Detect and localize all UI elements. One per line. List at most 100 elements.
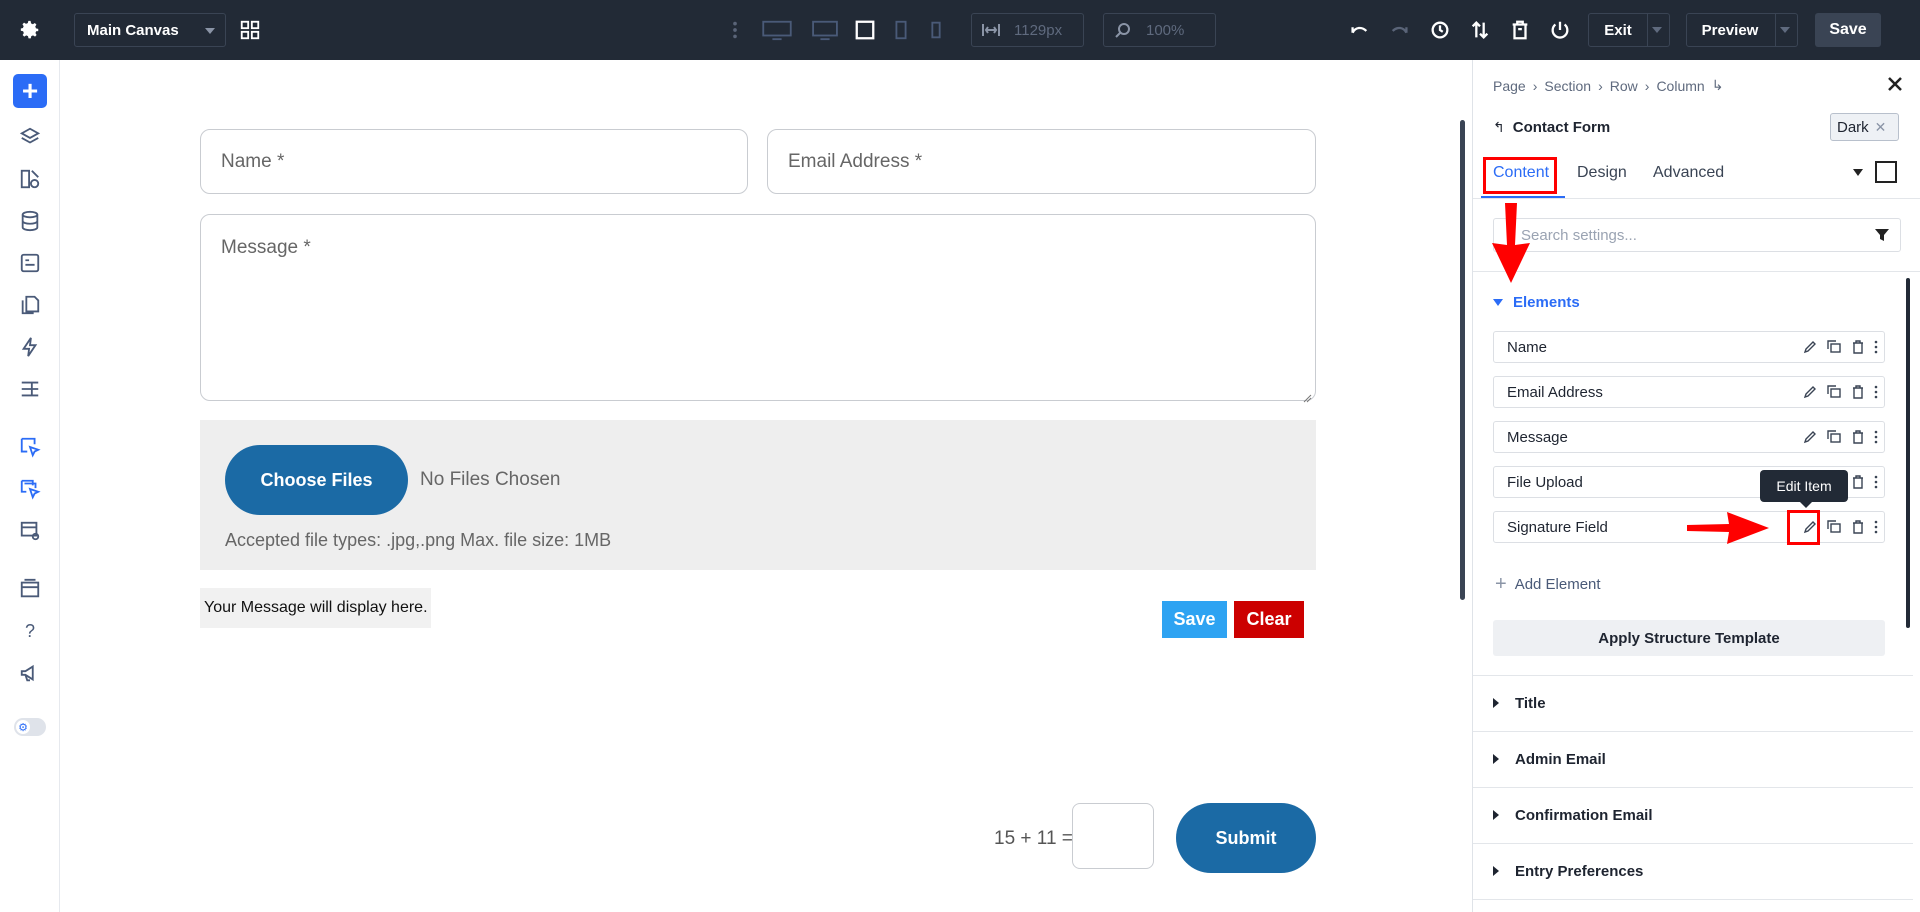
pencil-icon[interactable]	[1802, 339, 1818, 355]
trash-icon[interactable]	[1850, 429, 1866, 445]
element-row-name[interactable]: Name	[1493, 331, 1885, 363]
more-vertical-icon[interactable]	[1874, 384, 1878, 400]
message-field[interactable]: Message *	[200, 214, 1316, 403]
element-label: File Upload	[1507, 473, 1583, 491]
signature-save-button[interactable]: Save	[1162, 601, 1227, 638]
signature-clear-button[interactable]: Clear	[1234, 601, 1304, 638]
multi-select-icon[interactable]	[17, 476, 43, 502]
trash-icon[interactable]	[1507, 17, 1533, 43]
add-module-button[interactable]: +	[13, 74, 47, 108]
tab-advanced[interactable]: Advanced	[1653, 164, 1724, 182]
back-arrow-icon[interactable]: ↰	[1493, 119, 1505, 136]
tab-options-chevron-icon[interactable]	[1853, 169, 1863, 176]
desktop-icon[interactable]	[810, 17, 840, 43]
choose-files-button[interactable]: Choose Files	[225, 445, 408, 515]
pages-icon[interactable]	[17, 292, 43, 318]
trash-icon[interactable]	[1850, 384, 1866, 400]
canvas-select[interactable]: Main Canvas	[74, 13, 226, 47]
megaphone-icon[interactable]	[17, 660, 43, 686]
phone-icon[interactable]	[923, 17, 949, 43]
add-element-button[interactable]: + Add Element	[1495, 574, 1601, 594]
more-vertical-icon[interactable]	[1874, 474, 1878, 490]
return-arrow-icon: ↳	[1711, 77, 1724, 93]
section-entry-preferences-toggle[interactable]: Entry Preferences	[1473, 843, 1913, 899]
database-icon[interactable]	[17, 208, 43, 234]
preset-badge[interactable]: Dark ✕	[1830, 113, 1899, 141]
layers-icon[interactable]	[17, 124, 43, 150]
save-button[interactable]: Save	[1815, 13, 1881, 47]
preview-chevron-icon[interactable]	[1780, 27, 1790, 33]
laptop-icon[interactable]	[852, 17, 878, 43]
layout-view-icon[interactable]	[17, 518, 43, 544]
trash-icon[interactable]	[1850, 339, 1866, 355]
signature-clear-label: Clear	[1246, 609, 1292, 629]
module-title: ↰ Contact Form	[1493, 119, 1610, 136]
remove-preset-icon[interactable]: ✕	[1875, 119, 1887, 136]
form-icon[interactable]	[17, 250, 43, 276]
preview-button[interactable]: Preview	[1686, 13, 1798, 47]
duplicate-icon[interactable]	[1826, 429, 1842, 445]
breadcrumb-column[interactable]: Column	[1656, 78, 1704, 94]
apply-structure-template-button[interactable]: Apply Structure Template	[1493, 620, 1885, 656]
tablet-icon[interactable]	[888, 17, 914, 43]
breadcrumb-row[interactable]: Row	[1610, 78, 1638, 94]
breadcrumb-section[interactable]: Section	[1544, 78, 1591, 94]
element-row-email[interactable]: Email Address	[1493, 376, 1885, 408]
exit-label: Exit	[1604, 21, 1632, 39]
settings-search-input[interactable]: Search settings...	[1493, 218, 1901, 252]
expand-panel-icon[interactable]	[1875, 161, 1897, 183]
history-icon[interactable]	[1427, 17, 1453, 43]
pencil-icon[interactable]	[1802, 429, 1818, 445]
no-files-text: No Files Chosen	[420, 469, 561, 490]
name-field[interactable]: Name *	[200, 129, 748, 194]
wide-desktop-icon[interactable]	[760, 17, 794, 43]
section-title-toggle[interactable]: Title	[1473, 675, 1913, 731]
more-vertical-icon[interactable]	[1874, 429, 1878, 445]
grid-icon[interactable]	[237, 17, 263, 43]
more-vertical-icon[interactable]	[1874, 339, 1878, 355]
width-input[interactable]: 1129px	[971, 13, 1084, 47]
canvas-scrollbar[interactable]	[1460, 120, 1465, 600]
submit-button[interactable]: Submit	[1176, 803, 1316, 873]
gear-icon[interactable]	[17, 17, 43, 43]
redo-icon[interactable]	[1387, 17, 1413, 43]
left-sidebar: + ? ⚙	[0, 60, 60, 912]
theme-toggle[interactable]: ⚙	[14, 718, 46, 736]
email-field[interactable]: Email Address *	[767, 129, 1316, 194]
tab-design[interactable]: Design	[1577, 164, 1627, 182]
trash-icon[interactable]	[1850, 519, 1866, 535]
sort-arrows-icon[interactable]	[1467, 17, 1493, 43]
annotation-box-edit-icon	[1787, 510, 1820, 545]
panel-scrollbar[interactable]	[1906, 278, 1910, 628]
tab-content[interactable]: Content	[1493, 164, 1549, 182]
pencil-icon[interactable]	[1802, 384, 1818, 400]
power-icon[interactable]	[1547, 17, 1573, 43]
zoom-input[interactable]: 100%	[1103, 13, 1216, 47]
design-icon[interactable]	[17, 166, 43, 192]
elements-toggle[interactable]: Elements	[1493, 294, 1580, 311]
section-label: Entry Preferences	[1515, 863, 1644, 880]
duplicate-icon[interactable]	[1826, 519, 1842, 535]
captcha-input[interactable]	[1072, 803, 1154, 869]
undo-icon[interactable]	[1346, 17, 1372, 43]
caret-right-icon	[1493, 698, 1499, 708]
more-vertical-icon[interactable]	[722, 17, 748, 43]
element-row-message[interactable]: Message	[1493, 421, 1885, 453]
list-icon[interactable]	[17, 376, 43, 402]
portability-icon[interactable]	[17, 576, 43, 602]
duplicate-icon[interactable]	[1826, 339, 1842, 355]
section-confirmation-email-toggle[interactable]: Confirmation Email	[1473, 787, 1913, 843]
filter-icon[interactable]	[1874, 227, 1890, 243]
more-vertical-icon[interactable]	[1874, 519, 1878, 535]
trash-icon[interactable]	[1850, 474, 1866, 490]
resize-handle-icon[interactable]	[1302, 387, 1312, 403]
exit-chevron-icon[interactable]	[1652, 27, 1662, 33]
lightning-icon[interactable]	[17, 334, 43, 360]
select-icon[interactable]	[17, 434, 43, 460]
duplicate-icon[interactable]	[1826, 384, 1842, 400]
breadcrumb-page[interactable]: Page	[1493, 78, 1526, 94]
help-icon[interactable]: ?	[17, 618, 43, 644]
section-admin-email-toggle[interactable]: Admin Email	[1473, 731, 1913, 787]
exit-button[interactable]: Exit	[1588, 13, 1670, 47]
close-icon[interactable]	[1885, 74, 1905, 94]
